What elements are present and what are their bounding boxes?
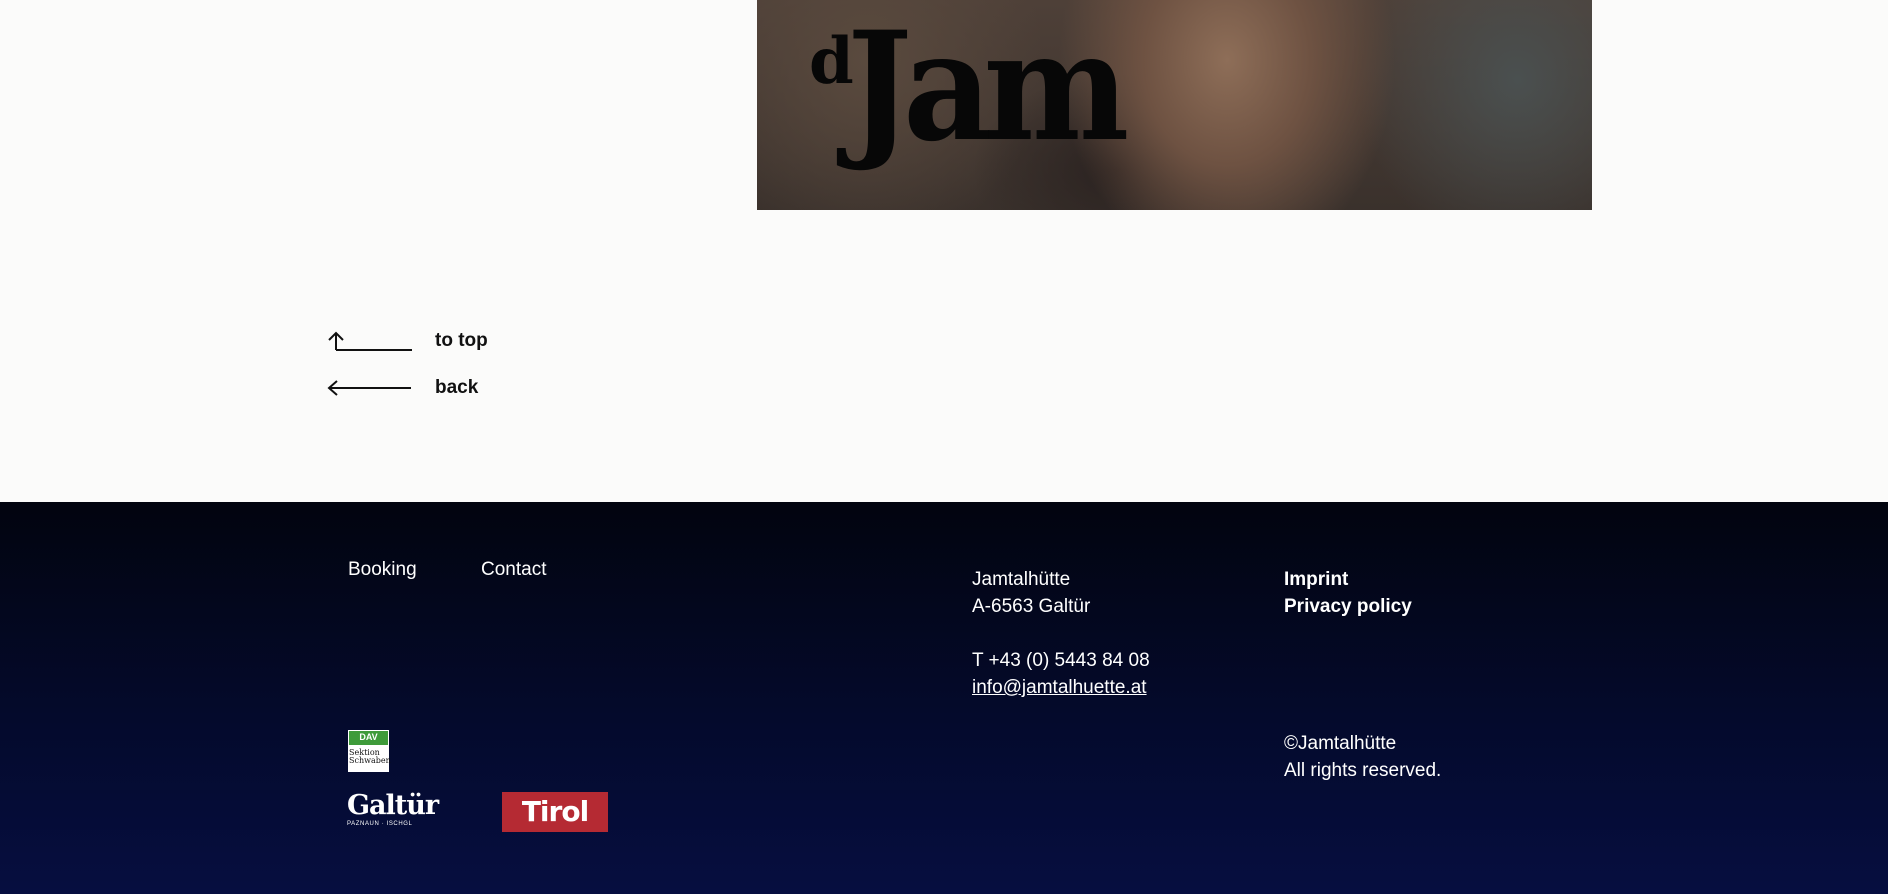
hero-image: d Jam xyxy=(757,0,1592,210)
address-phone: T +43 (0) 5443 84 08 xyxy=(972,650,1150,671)
footer-legal: Imprint Privacy policy xyxy=(1284,566,1412,620)
tirol-logo[interactable]: Tirol xyxy=(502,792,608,832)
address-email-link[interactable]: info@jamtalhuette.at xyxy=(972,677,1147,698)
galtur-logo[interactable]: Galtür PAZNAUN · ISCHGL xyxy=(347,790,439,828)
footer: Booking Contact Jamtalhütte A-6563 Galtü… xyxy=(0,502,1888,894)
arrow-left-icon xyxy=(327,380,411,396)
hero-title-small: d xyxy=(809,24,854,99)
back-label: back xyxy=(435,377,479,398)
tirol-logo-text: Tirol xyxy=(521,795,589,828)
footer-booking-link[interactable]: Booking xyxy=(348,559,417,581)
privacy-policy-link[interactable]: Privacy policy xyxy=(1284,593,1412,620)
dav-logo[interactable]: DAV Sektion Schwaben xyxy=(348,730,391,772)
footer-contact-link[interactable]: Contact xyxy=(481,559,546,581)
footer-copyright: ©Jamtalhütte All rights reserved. xyxy=(1284,730,1441,784)
dav-logo-text: DAV xyxy=(348,730,389,746)
hero-title: d Jam xyxy=(809,12,1144,162)
galtur-logo-text: Galtür xyxy=(347,790,439,821)
address-city: A-6563 Galtür xyxy=(972,596,1091,617)
back-link[interactable]: back xyxy=(327,377,478,399)
galtur-logo-sub: PAZNAUN · ISCHGL xyxy=(347,821,413,827)
to-top-label: to top xyxy=(435,330,488,351)
copyright-owner: ©Jamtalhütte xyxy=(1284,733,1397,754)
hero-title-big: Jam xyxy=(846,0,1129,175)
imprint-link[interactable]: Imprint xyxy=(1284,566,1412,593)
footer-address: Jamtalhütte A-6563 Galtür T +43 (0) 5443… xyxy=(972,566,1150,701)
dav-logo-sub-2: Schwaben xyxy=(349,756,391,765)
arrow-up-icon xyxy=(328,331,412,351)
address-name: Jamtalhütte xyxy=(972,569,1071,590)
copyright-rights: All rights reserved. xyxy=(1284,760,1442,781)
to-top-link[interactable]: to top xyxy=(327,330,488,352)
